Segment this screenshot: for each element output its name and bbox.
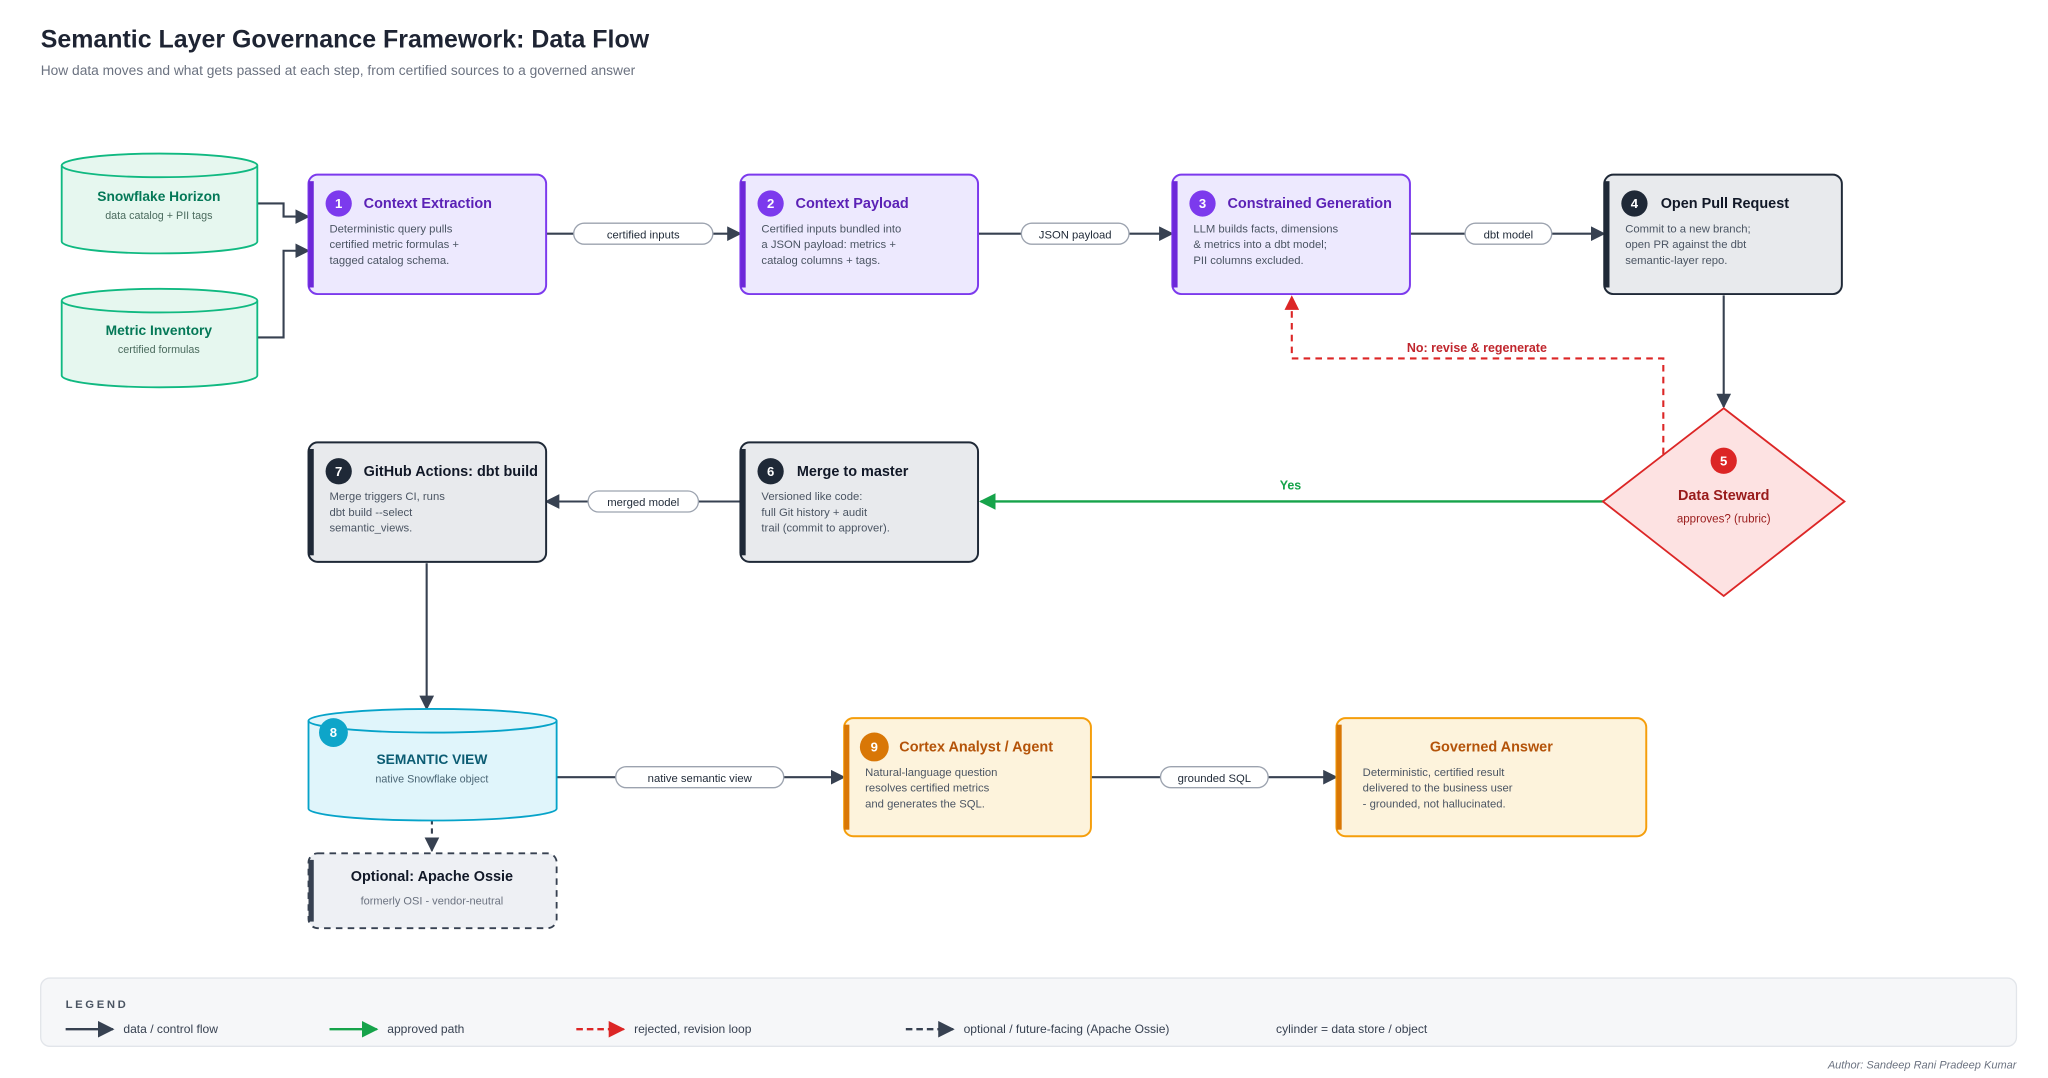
svg-text:data / control flow: data / control flow [123,1022,218,1036]
svg-text:Deterministic, certified resul: Deterministic, certified result [1363,767,1506,779]
svg-text:5: 5 [1720,453,1727,468]
step-cortex-analyst: 9 Cortex Analyst / Agent Natural-languag… [843,717,1092,838]
svg-text:Certified inputs bundled into: Certified inputs bundled into [761,223,901,235]
svg-text:tagged catalog schema.: tagged catalog schema. [330,255,450,267]
svg-text:native semantic view: native semantic view [648,773,753,785]
step-title: Open Pull Request [1661,196,1790,212]
decision-question: approves? (rubric) [1677,513,1771,525]
svg-text:1: 1 [335,196,342,211]
step-title: Data Steward [1678,488,1769,504]
svg-text:4: 4 [1631,196,1639,211]
edge-reject-loop [1284,295,1665,455]
edge-label-certified-inputs: certified inputs [573,222,714,245]
svg-text:JSON payload: JSON payload [1039,229,1112,241]
optional-apache-ossie: Optional: Apache Ossie formerly OSI - ve… [307,852,558,930]
step-context-payload: 2 Context Payload Certified inputs bundl… [739,173,980,296]
edge-label-grounded-sql: grounded SQL [1159,766,1269,789]
edge-inventory-to-extraction [257,243,310,339]
svg-text:Commit to a new branch;: Commit to a new branch; [1625,223,1750,235]
svg-text:2: 2 [767,196,774,211]
step-title: Context Payload [796,196,909,212]
author-credit: Author: Sandeep Rani Pradeep Kumar [1827,1060,2018,1072]
governed-answer: Governed Answer Deterministic, certified… [1335,717,1648,838]
edge-label-native-semantic-view: native semantic view [615,766,785,789]
svg-text:merged model: merged model [607,497,679,509]
page-subtitle: How data moves and what gets passed at e… [41,63,636,78]
step-title: Merge to master [797,464,909,480]
optional-title: Optional: Apache Ossie [351,869,513,885]
svg-text:dbt model: dbt model [1484,229,1534,241]
step-title: Cortex Analyst / Agent [899,740,1053,756]
svg-text:3: 3 [1199,196,1206,211]
svg-text:Natural-language question: Natural-language question [865,767,997,779]
svg-text:9: 9 [871,740,878,755]
edge-label-yes: Yes [1280,479,1302,493]
svg-text:Versioned like code:: Versioned like code: [761,491,862,503]
step-open-pull-request: 4 Open Pull Request Commit to a new bran… [1603,173,1843,296]
edge-label-dbt-model: dbt model [1464,222,1553,245]
svg-text:& metrics into a dbt model;: & metrics into a dbt model; [1193,239,1327,251]
svg-text:delivered to the business user: delivered to the business user [1363,783,1513,795]
svg-text:Deterministic query pulls: Deterministic query pulls [330,223,453,235]
edge-label-reject: No: revise & regenerate [1407,341,1547,355]
svg-text:LLM builds facts, dimensions: LLM builds facts, dimensions [1193,223,1338,235]
svg-text:catalog columns + tags.: catalog columns + tags. [761,255,880,267]
step-merge-to-master: 6 Merge to master Versioned like code: f… [739,441,980,563]
diagram-canvas: Semantic Layer Governance Framework: Dat… [0,0,2048,1075]
svg-text:rejected, revision loop: rejected, revision loop [634,1022,752,1036]
answer-title: Governed Answer [1430,740,1553,756]
source-sub: data catalog + PII tags [105,210,212,222]
step-title: GitHub Actions: dbt build [364,464,538,480]
step-sub: native Snowflake object [375,773,488,785]
legend-item-cylinder: cylinder = data store / object [1276,1022,1428,1036]
step-semantic-view: 8 SEMANTIC VIEW native Snowflake object [307,707,558,822]
legend-title: LEGEND [66,999,129,1011]
step-title: Constrained Generation [1227,196,1391,212]
edge-label-merged-model: merged model [587,490,700,513]
svg-text:dbt build --select: dbt build --select [330,507,414,519]
svg-text:Merge triggers CI, runs: Merge triggers CI, runs [330,491,446,503]
source-title: Snowflake Horizon [97,189,220,204]
svg-text:semantic_views.: semantic_views. [330,523,413,535]
svg-text:- grounded, not hallucinated.: - grounded, not hallucinated. [1363,798,1506,810]
step-title: SEMANTIC VIEW [376,752,487,767]
step-title: Context Extraction [364,196,492,212]
edge-label-json-payload: JSON payload [1020,222,1130,245]
svg-text:certified inputs: certified inputs [607,229,680,241]
svg-text:and generates the SQL.: and generates the SQL. [865,798,985,810]
source-metric-inventory: Metric Inventory certified formulas [60,287,259,389]
svg-text:resolves certified metrics: resolves certified metrics [865,783,989,795]
svg-text:grounded SQL: grounded SQL [1178,773,1251,785]
svg-text:certified metric formulas +: certified metric formulas + [330,239,460,251]
svg-text:8: 8 [330,725,337,740]
svg-text:semantic-layer repo.: semantic-layer repo. [1625,255,1727,267]
optional-sub: formerly OSI - vendor-neutral [361,896,504,908]
page-title: Semantic Layer Governance Framework: Dat… [41,25,650,53]
step-github-actions: 7 GitHub Actions: dbt build Merge trigge… [307,441,548,563]
edge-horizon-to-extraction [257,202,310,224]
svg-text:cylinder = data store / object: cylinder = data store / object [1276,1022,1428,1036]
source-snowflake-horizon: Snowflake Horizon data catalog + PII tag… [60,152,259,255]
svg-text:optional / future-facing (Apac: optional / future-facing (Apache Ossie) [964,1022,1170,1036]
svg-text:trail (commit to approver).: trail (commit to approver). [761,523,890,535]
svg-text:approved path: approved path [387,1022,464,1036]
svg-text:7: 7 [335,464,342,479]
source-title: Metric Inventory [106,323,213,338]
flow-diagram: Semantic Layer Governance Framework: Dat… [40,25,2018,1072]
step-data-steward-decision: 5 Data Steward approves? (rubric) [1601,407,1846,598]
svg-text:full Git history + audit: full Git history + audit [761,507,868,519]
source-sub: certified formulas [118,344,200,356]
svg-text:a JSON payload: metrics +: a JSON payload: metrics + [761,239,896,251]
legend: LEGEND data / control flow approved path… [40,977,2018,1047]
svg-text:6: 6 [767,464,774,479]
svg-text:open PR against the dbt: open PR against the dbt [1625,239,1747,251]
step-constrained-generation: 3 Constrained Generation LLM builds fact… [1171,173,1411,296]
svg-text:PII columns excluded.: PII columns excluded. [1193,255,1303,267]
step-context-extraction: 1 Context Extraction Deterministic query… [307,173,548,296]
